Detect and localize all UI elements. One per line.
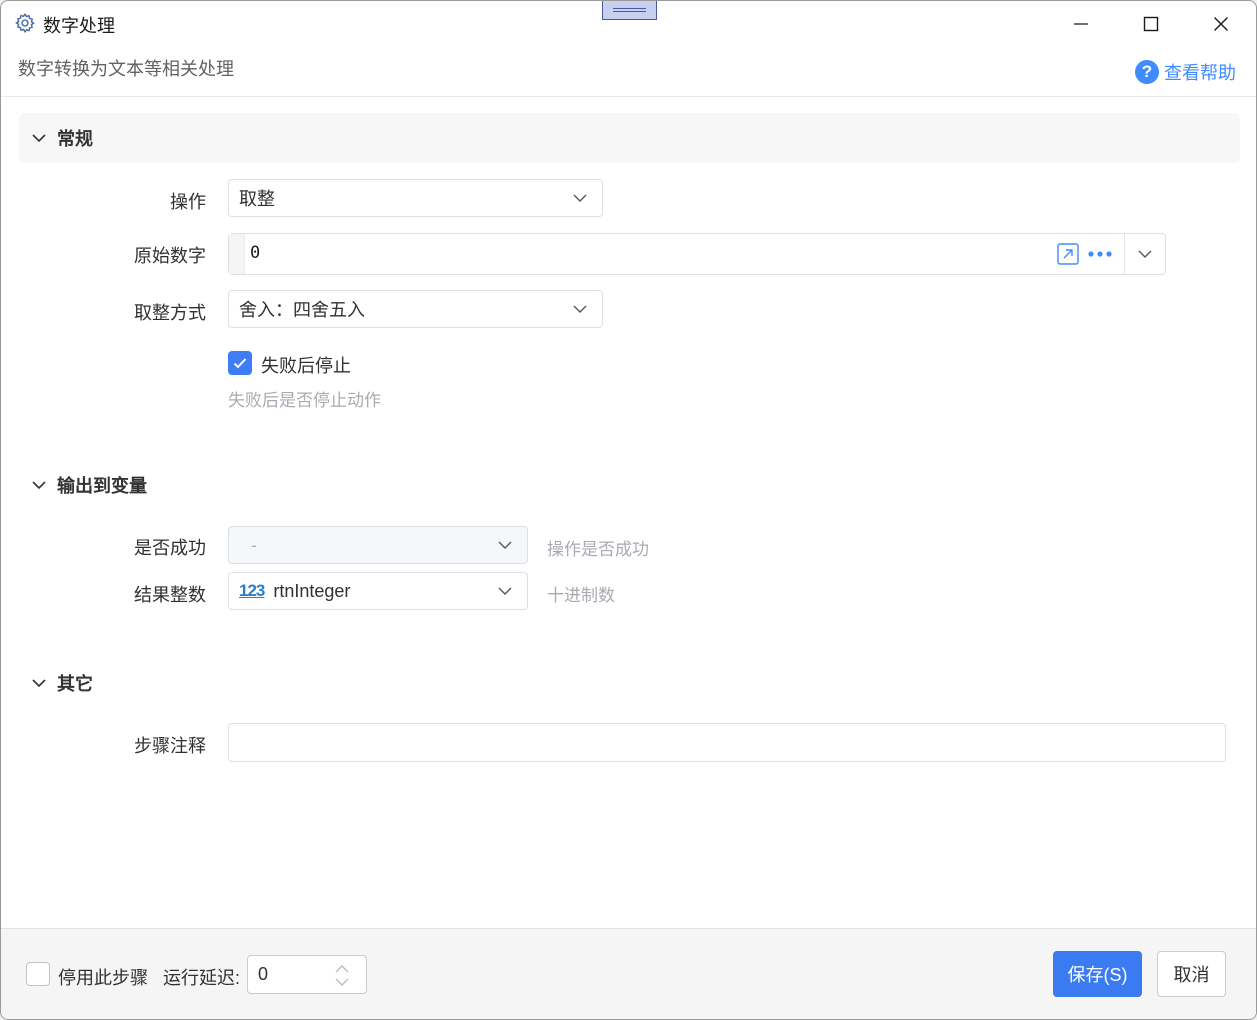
chevron-down-icon <box>32 679 46 688</box>
section-other-title: 其它 <box>57 674 93 694</box>
chevron-down-icon[interactable] <box>334 977 350 988</box>
rounding-value: 舍入：四舍五入 <box>239 300 365 320</box>
gear-icon <box>15 13 35 33</box>
header-divider <box>1 96 1256 97</box>
result-value: rtnInteger <box>273 580 351 601</box>
chevron-down-icon <box>498 587 512 595</box>
more-icon[interactable] <box>1086 243 1116 265</box>
success-select[interactable]: - <box>228 526 528 564</box>
result-hint: 十进制数 <box>547 586 615 605</box>
save-button[interactable]: 保存(S) <box>1053 951 1142 997</box>
success-value: - <box>251 534 257 555</box>
minimize-icon <box>1074 23 1088 25</box>
section-output-header[interactable]: 输出到变量 <box>19 460 1240 510</box>
maximize-button[interactable] <box>1128 9 1174 39</box>
close-icon <box>1214 17 1228 31</box>
window-title: 数字处理 <box>43 16 115 36</box>
disable-step-checkbox[interactable] <box>26 962 50 986</box>
dialog-subtitle: 数字转换为文本等相关处理 <box>18 59 234 79</box>
close-button[interactable] <box>1198 9 1244 39</box>
chevron-down-icon[interactable] <box>1137 246 1153 262</box>
section-other-header[interactable]: 其它 <box>19 658 1240 708</box>
number-value: 0 <box>250 243 261 263</box>
help-link[interactable]: ? 查看帮助 <box>1135 59 1236 85</box>
success-label: 是否成功 <box>134 538 206 558</box>
input-gutter <box>229 234 245 274</box>
maximize-icon <box>1143 16 1159 32</box>
comment-input[interactable] <box>228 723 1226 762</box>
result-label: 结果整数 <box>134 585 206 605</box>
result-select[interactable]: 123 rtnInteger <box>228 572 528 610</box>
rounding-label: 取整方式 <box>134 303 206 323</box>
rounding-select[interactable]: 舍入：四舍五入 <box>228 290 603 328</box>
minimize-button[interactable] <box>1058 9 1104 39</box>
expand-icon[interactable] <box>1057 243 1079 265</box>
success-hint: 操作是否成功 <box>547 540 649 559</box>
comment-label: 步骤注释 <box>134 736 206 756</box>
chevron-up-icon[interactable] <box>334 963 350 974</box>
chevron-down-icon <box>573 305 587 313</box>
stop-on-fail-hint: 失败后是否停止动作 <box>228 391 381 410</box>
chevron-down-icon <box>573 194 587 202</box>
delay-input[interactable]: 0 <box>247 955 367 994</box>
operation-label: 操作 <box>170 192 206 212</box>
chevron-down-icon <box>498 541 512 549</box>
chevron-down-icon <box>32 481 46 490</box>
stop-on-fail-label[interactable]: 失败后停止 <box>261 352 351 378</box>
delay-value: 0 <box>258 964 269 984</box>
chevron-down-icon <box>32 134 46 143</box>
title-bar[interactable]: 数字处理 <box>1 1 1256 47</box>
disable-step-label[interactable]: 停用此步骤 <box>58 964 148 990</box>
delay-label: 运行延迟: <box>163 968 241 988</box>
checkmark-icon <box>233 358 247 369</box>
integer-variable-icon: 123 <box>239 581 265 600</box>
dialog-window: 数字处理 数字转换为文本等相关处理 ? 查看帮助 常规 操作 取整 原始数字 0 <box>0 0 1257 1020</box>
section-general-header[interactable]: 常规 <box>19 113 1240 163</box>
operation-value: 取整 <box>239 189 275 209</box>
section-general-title: 常规 <box>57 129 93 149</box>
cancel-button[interactable]: 取消 <box>1157 951 1226 997</box>
help-label: 查看帮助 <box>1164 63 1236 83</box>
input-separator <box>1124 234 1125 274</box>
number-input[interactable]: 0 <box>228 233 1166 275</box>
question-circle-icon: ? <box>1135 60 1159 84</box>
section-output-title: 输出到变量 <box>57 476 147 496</box>
number-label: 原始数字 <box>134 246 206 266</box>
operation-select[interactable]: 取整 <box>228 179 603 217</box>
stop-on-fail-checkbox[interactable] <box>228 351 252 375</box>
